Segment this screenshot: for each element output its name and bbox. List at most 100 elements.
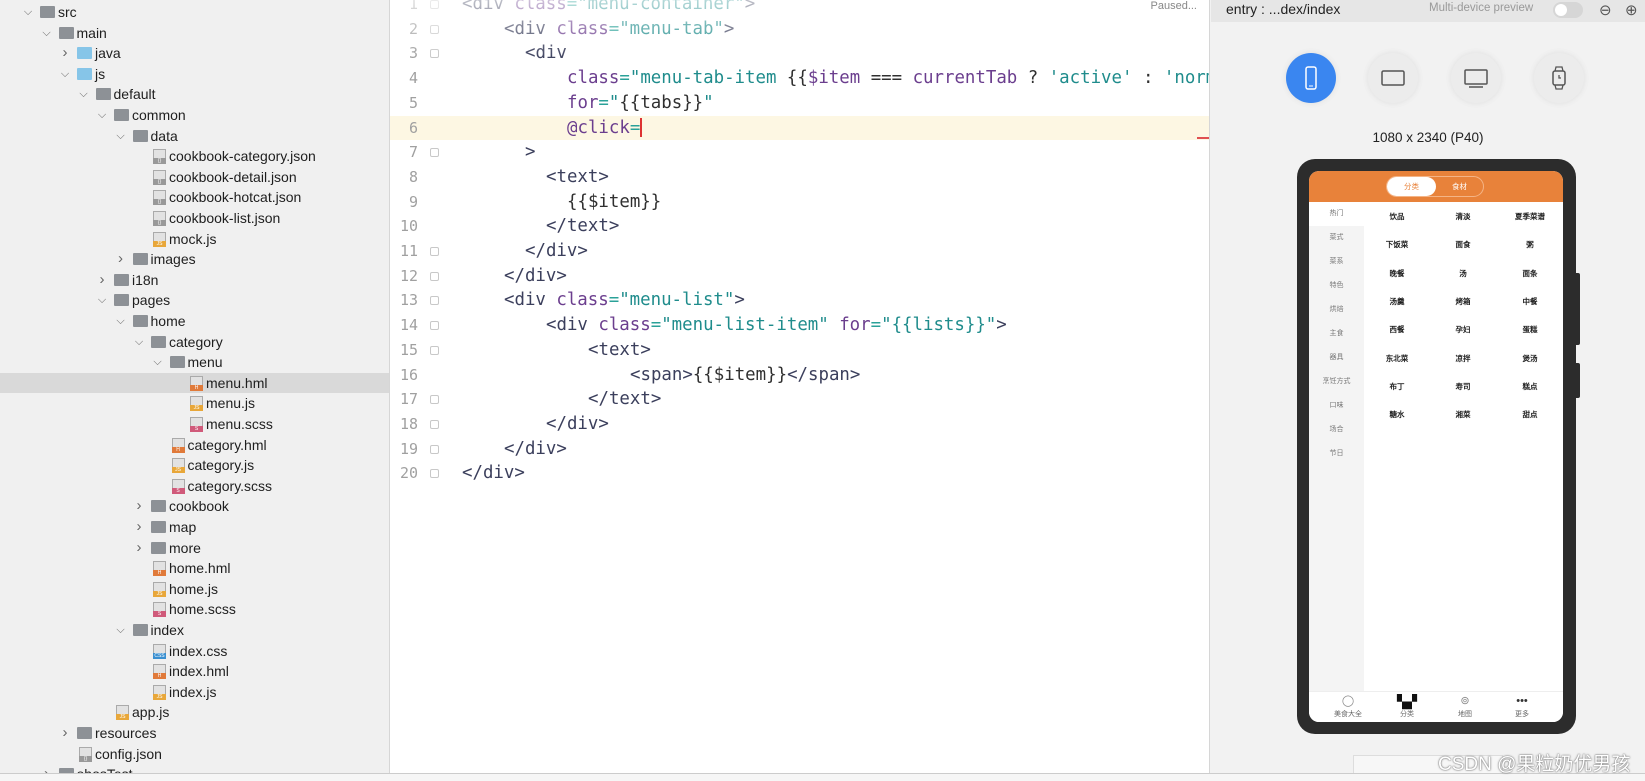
category-grid-item[interactable]: 晚餐 [1367, 268, 1427, 279]
code-line[interactable]: 7 > [390, 140, 1209, 165]
tree-item[interactable]: ⌵ default [0, 84, 389, 105]
code-line[interactable]: 17 </text> [390, 387, 1209, 412]
tree-item[interactable]: › images [0, 249, 389, 270]
tree-item[interactable]: {} cookbook-hotcat.json [0, 187, 389, 208]
category-grid-item[interactable]: 面食 [1433, 239, 1493, 250]
device-phone-button[interactable] [1286, 53, 1336, 103]
tree-item[interactable]: Hindex.hml [0, 661, 389, 682]
code-editor[interactable]: 1 <div class="menu-container"> 2 <div class… [390, 0, 1210, 781]
code-line[interactable]: 15 <text> [390, 338, 1209, 363]
bottom-tab-home[interactable]: ◯ 美食大全 [1318, 692, 1378, 719]
fold-marker-icon[interactable] [430, 24, 439, 34]
device-watch-button[interactable] [1534, 53, 1584, 103]
category-side-item[interactable]: 特色 [1309, 274, 1364, 298]
fold-marker-icon[interactable] [430, 247, 439, 256]
tree-item[interactable]: Shome.scss [0, 599, 389, 620]
tree-item[interactable]: ⌵ main [0, 23, 389, 44]
tab-category[interactable]: 分类 [1387, 177, 1436, 196]
category-side-item[interactable]: 主食 [1309, 322, 1364, 346]
category-grid-item[interactable]: 孕妇 [1433, 324, 1493, 335]
chevron-down-icon[interactable]: ⌵ [114, 620, 128, 641]
tree-item[interactable]: ⌵ js [0, 64, 389, 85]
code-line[interactable]: 3 <div [390, 41, 1209, 66]
tree-item[interactable]: JS index.js [0, 682, 389, 703]
tree-item[interactable]: › i18n [0, 270, 389, 291]
category-grid-item[interactable]: 夏季菜谱 [1500, 211, 1560, 222]
tree-item[interactable]: › java [0, 43, 389, 64]
tree-item[interactable]: ⌵ menu [0, 352, 389, 373]
fold-marker-icon[interactable] [430, 395, 439, 405]
code-line[interactable]: 13 <div class="menu-list"> [390, 288, 1209, 313]
category-grid-item[interactable]: 饮品 [1367, 211, 1427, 222]
code-line[interactable]: 20 </div> [390, 461, 1209, 486]
category-side-item[interactable]: 菜系 [1309, 250, 1364, 274]
category-grid-item[interactable]: 寿司 [1433, 381, 1493, 392]
tree-item[interactable]: ⌵ category [0, 332, 389, 353]
tree-item[interactable]: JS app.js [0, 702, 389, 723]
tree-item[interactable]: {} cookbook-category.json [0, 146, 389, 167]
fold-marker-icon[interactable] [430, 444, 439, 454]
category-grid-item[interactable]: 中餐 [1500, 296, 1560, 307]
chevron-right-icon[interactable]: › [58, 723, 72, 744]
code-line[interactable]: 10 </text> [390, 214, 1209, 239]
tab-ingredients[interactable]: 食材 [1435, 177, 1484, 196]
code-line[interactable]: 14 <div class="menu-list-item" for="{{lis… [390, 313, 1209, 338]
tree-item[interactable]: Scategory.scss [0, 476, 389, 497]
fold-marker-icon[interactable] [430, 49, 439, 59]
tree-item[interactable]: CSS index.css [0, 641, 389, 662]
fold-marker-icon[interactable] [430, 0, 439, 9]
chevron-down-icon[interactable]: ⌵ [95, 105, 109, 126]
chevron-right-icon[interactable]: › [132, 538, 146, 559]
code-line[interactable]: 2 <div class="menu-tab"> [390, 17, 1209, 42]
tree-item[interactable]: › map [0, 517, 389, 538]
bottom-scrollbar[interactable] [0, 773, 1645, 781]
device-tv-button[interactable] [1451, 53, 1501, 103]
code-line[interactable]: 19 </div> [390, 437, 1209, 462]
tree-item[interactable]: Hhome.hml [0, 558, 389, 579]
tree-item[interactable]: ⌵ data [0, 126, 389, 147]
category-grid-item[interactable]: 汤羹 [1367, 296, 1427, 307]
tree-item[interactable]: › resources [0, 723, 389, 744]
code-line[interactable]: 6 @click= [390, 115, 1209, 141]
category-grid-item[interactable]: 面条 [1500, 268, 1560, 279]
chevron-down-icon[interactable]: ⌵ [95, 290, 109, 311]
category-grid-item[interactable]: 烤箱 [1433, 296, 1493, 307]
chevron-right-icon[interactable]: › [114, 249, 128, 270]
tree-item[interactable]: {} cookbook-list.json [0, 208, 389, 229]
tree-item[interactable]: ⌵ index [0, 620, 389, 641]
tree-item[interactable]: JS home.js [0, 579, 389, 600]
zoom-out-icon[interactable]: ⊖ [1599, 1, 1612, 19]
tree-item[interactable]: Hcategory.hml [0, 435, 389, 456]
category-grid-item[interactable]: 下饭菜 [1367, 239, 1427, 250]
category-grid-item[interactable]: 凉拌 [1433, 353, 1493, 364]
chevron-right-icon[interactable]: › [132, 496, 146, 517]
chevron-down-icon[interactable]: ⌵ [77, 84, 91, 105]
code-line[interactable]: 18 </div> [390, 412, 1209, 437]
tree-item[interactable]: JS mock.js [0, 229, 389, 250]
chevron-down-icon[interactable]: ⌵ [21, 2, 35, 23]
code-line[interactable]: 5 for="{{tabs}}" [390, 91, 1209, 116]
chevron-down-icon[interactable]: ⌵ [114, 311, 128, 332]
category-grid-item[interactable]: 东北菜 [1367, 353, 1427, 364]
code-line[interactable]: 16 <span>{{$item}}</span> [390, 363, 1209, 388]
code-line[interactable]: 9 {{$item}} [390, 190, 1209, 215]
category-grid-item[interactable]: 煲汤 [1500, 353, 1560, 364]
category-grid-item[interactable]: 糕点 [1500, 381, 1560, 392]
category-grid-item[interactable]: 清淡 [1433, 211, 1493, 222]
fold-marker-icon[interactable] [430, 345, 439, 355]
category-grid-item[interactable]: 蛋糕 [1500, 324, 1560, 335]
category-side-item[interactable]: 口味 [1309, 394, 1364, 418]
category-side-item[interactable]: 器具 [1309, 346, 1364, 370]
device-tablet-button[interactable] [1368, 53, 1418, 103]
tree-item[interactable]: JS menu.js [0, 393, 389, 414]
chevron-right-icon[interactable]: › [95, 270, 109, 291]
tree-item[interactable]: › more [0, 538, 389, 559]
code-line[interactable]: 8 <text> [390, 165, 1209, 190]
category-grid-item[interactable]: 汤 [1433, 268, 1493, 279]
bottom-tab-category[interactable]: ▚▞ 分类 [1377, 692, 1437, 719]
category-side-item[interactable]: 热门 [1309, 202, 1364, 226]
category-side-item[interactable]: 烘焙 [1309, 298, 1364, 322]
category-side-item[interactable]: 烹饪方式 [1309, 370, 1364, 394]
project-tree[interactable]: ⌵ src ⌵ main › java ⌵ js ⌵ default ⌵ common ⌵ data{} c… [0, 0, 390, 781]
tree-item[interactable]: ⌵ src [0, 2, 389, 23]
